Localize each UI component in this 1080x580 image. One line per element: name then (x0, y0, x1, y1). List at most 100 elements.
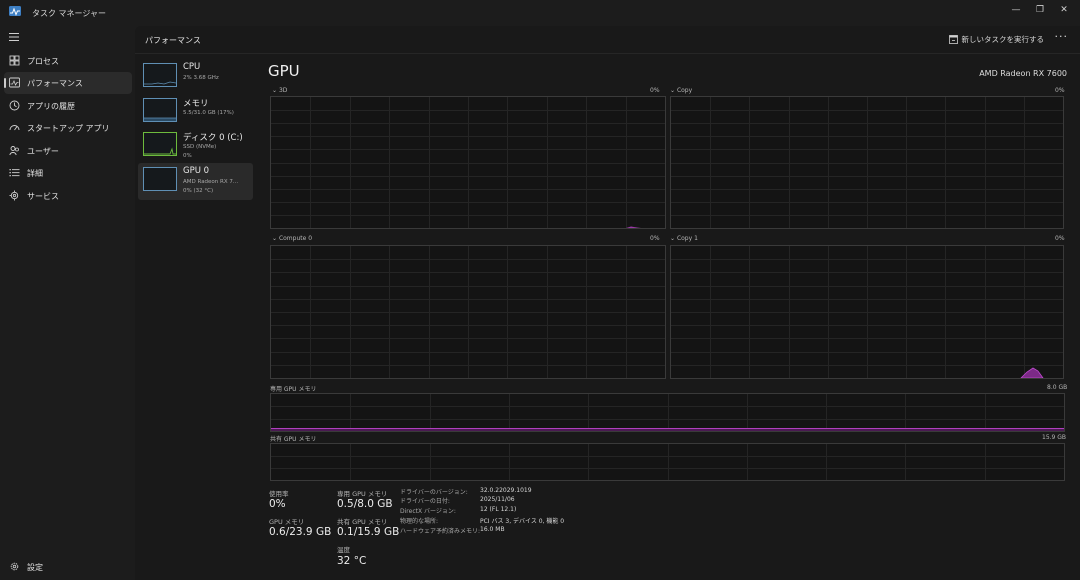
info-key-physical-location: 物理的な場所: (400, 518, 439, 525)
info-value-physical-location: PCI バス 3, デバイス 0, 機能 0 (480, 518, 565, 525)
active-indicator (4, 78, 6, 88)
engine-graph-3d (270, 96, 666, 229)
sidebar-item-settings[interactable]: 設定 (4, 556, 132, 578)
graph-grid (271, 444, 1064, 480)
sidebar-item-label: 詳細 (27, 169, 43, 178)
startup-gauge-icon (9, 125, 20, 131)
usage-label: 使用率 (269, 490, 289, 498)
header-divider (135, 53, 1080, 54)
device-name: CPU (183, 62, 201, 72)
gpu-model: AMD Radeon RX 7600 (979, 69, 1067, 78)
services-gear-icon (9, 190, 19, 201)
task-manager-app-icon (9, 6, 21, 16)
users-icon (9, 146, 19, 156)
device-thumbnail (143, 98, 177, 122)
device-detail: AMD Radeon RX 7... 0% (32 °C) (183, 179, 239, 194)
sidebar-item-label: スタートアップ アプリ (27, 124, 110, 133)
graph-label-shared-memory: 共有 GPU メモリ (270, 436, 317, 443)
sidebar-item-app-history[interactable]: アプリの履歴 (4, 95, 132, 117)
device-detail: 2% 3.68 GHz (183, 75, 219, 81)
engine-graph-compute-0 (270, 245, 666, 379)
sidebar-item-label: 設定 (27, 563, 43, 572)
history-icon (9, 100, 20, 111)
gpu-memory-label: GPU メモリ (269, 518, 305, 526)
info-key-driver-date: ドライバーの日付: (400, 498, 450, 505)
window-title: タスク マネージャー (32, 9, 106, 18)
device-item-disk[interactable]: ディスク 0 (C:) SSD (NVMe) 0% (138, 128, 253, 165)
process-grid-icon (9, 55, 20, 66)
sidebar-item-processes[interactable]: プロセス (4, 50, 132, 72)
graph-label-compute-0[interactable]: ⌄ Compute 0 (272, 235, 312, 242)
device-item-cpu[interactable]: CPU 2% 3.68 GHz (138, 59, 253, 96)
sidebar-item-startup-apps[interactable]: スタートアップ アプリ (4, 117, 132, 139)
sidebar: プロセス パフォーマンス アプリの履歴 スタートアップ アプリ ユーザー 詳細 … (0, 26, 135, 580)
sidebar-item-label: プロセス (27, 57, 59, 66)
graph-max-dedicated-memory: 8.0 GB (1047, 384, 1068, 391)
info-key-driver-version: ドライバーのバージョン: (400, 489, 468, 496)
graph-grid (671, 97, 1063, 228)
engine-graph-copy (670, 96, 1064, 229)
shared-memory-graph (270, 443, 1065, 481)
info-value-directx-version: 12 (FL 12.1) (480, 506, 517, 513)
close-button[interactable]: ✕ (1050, 2, 1078, 18)
run-task-label: 新しいタスクを実行する (961, 35, 1045, 44)
info-value-driver-date: 2025/11/06 (480, 496, 515, 503)
graph-max-shared-memory: 15.9 GB (1042, 434, 1067, 441)
device-item-gpu-0[interactable]: GPU 0 AMD Radeon RX 7... 0% (32 °C) (138, 163, 253, 200)
device-item-memory[interactable]: メモリ 5.5/31.0 GB (17%) (138, 94, 253, 131)
engine-graph-copy-1 (670, 245, 1064, 379)
gpu-title: GPU (268, 62, 300, 80)
shared-memory-label: 共有 GPU メモリ (337, 518, 388, 526)
graph-value-3d: 0% (650, 87, 660, 94)
shared-memory-value: 0.1/15.9 GB (337, 526, 400, 538)
main-panel: パフォーマンス 新しいタスクを実行する ··· CPU 2% 3.68 GHz … (135, 26, 1080, 580)
device-name: ディスク 0 (C:) (183, 133, 243, 143)
gpu-memory-value: 0.6/23.9 GB (269, 526, 332, 538)
sidebar-item-performance[interactable]: パフォーマンス (4, 72, 132, 94)
device-thumbnail (143, 167, 177, 191)
details-list-icon (9, 169, 20, 177)
sidebar-item-users[interactable]: ユーザー (4, 140, 132, 162)
graph-label-copy-1[interactable]: ⌄ Copy 1 (670, 235, 698, 242)
performance-icon (9, 77, 20, 88)
temperature-value: 32 °C (337, 555, 367, 567)
graph-value-copy: 0% (1055, 87, 1065, 94)
device-thumbnail (143, 132, 177, 156)
graph-grid (271, 97, 665, 228)
graph-value-compute-0: 0% (650, 235, 660, 242)
dedicated-memory-graph (270, 393, 1065, 432)
usage-value: 0% (269, 498, 286, 510)
info-key-directx-version: DirectX バージョン: (400, 508, 456, 515)
title-bar: タスク マネージャー — ❐ ✕ (0, 0, 1080, 26)
info-key-reserved-memory: ハードウェア予約済みメモリ: (400, 528, 481, 535)
sidebar-item-services[interactable]: サービス (4, 185, 132, 207)
graph-label-3d[interactable]: ⌄ 3D (272, 87, 287, 94)
temperature-label: 温度 (337, 546, 350, 554)
run-new-task-button[interactable]: 新しいタスクを実行する (948, 34, 1045, 45)
dedicated-memory-value: 0.5/8.0 GB (337, 498, 393, 510)
sidebar-item-label: パフォーマンス (27, 79, 83, 88)
page-title: パフォーマンス (145, 36, 201, 45)
device-detail: SSD (NVMe) 0% (183, 144, 217, 159)
more-options-button[interactable]: ··· (1055, 30, 1069, 43)
settings-gear-icon (10, 562, 19, 571)
hamburger-menu-icon[interactable] (9, 32, 21, 42)
device-thumbnail (143, 63, 177, 87)
device-name: GPU 0 (183, 166, 210, 176)
device-name: メモリ (183, 99, 209, 109)
graph-grid (271, 246, 665, 378)
info-value-reserved-memory: 16.0 MB (480, 526, 505, 533)
sidebar-item-label: サービス (27, 192, 59, 201)
graph-label-copy[interactable]: ⌄ Copy (670, 87, 692, 94)
graph-grid (671, 246, 1063, 379)
sidebar-item-label: アプリの履歴 (27, 102, 75, 111)
sidebar-item-label: ユーザー (27, 147, 59, 156)
info-value-driver-version: 32.0.22029.1019 (480, 487, 532, 494)
graph-grid (271, 394, 1064, 431)
graph-value-copy-1: 0% (1055, 235, 1065, 242)
run-task-icon (948, 35, 958, 44)
usage-spike (626, 226, 641, 228)
graph-label-dedicated-memory: 専用 GPU メモリ (270, 386, 317, 393)
dedicated-memory-label: 専用 GPU メモリ (337, 490, 388, 498)
sidebar-item-details[interactable]: 詳細 (4, 162, 132, 184)
